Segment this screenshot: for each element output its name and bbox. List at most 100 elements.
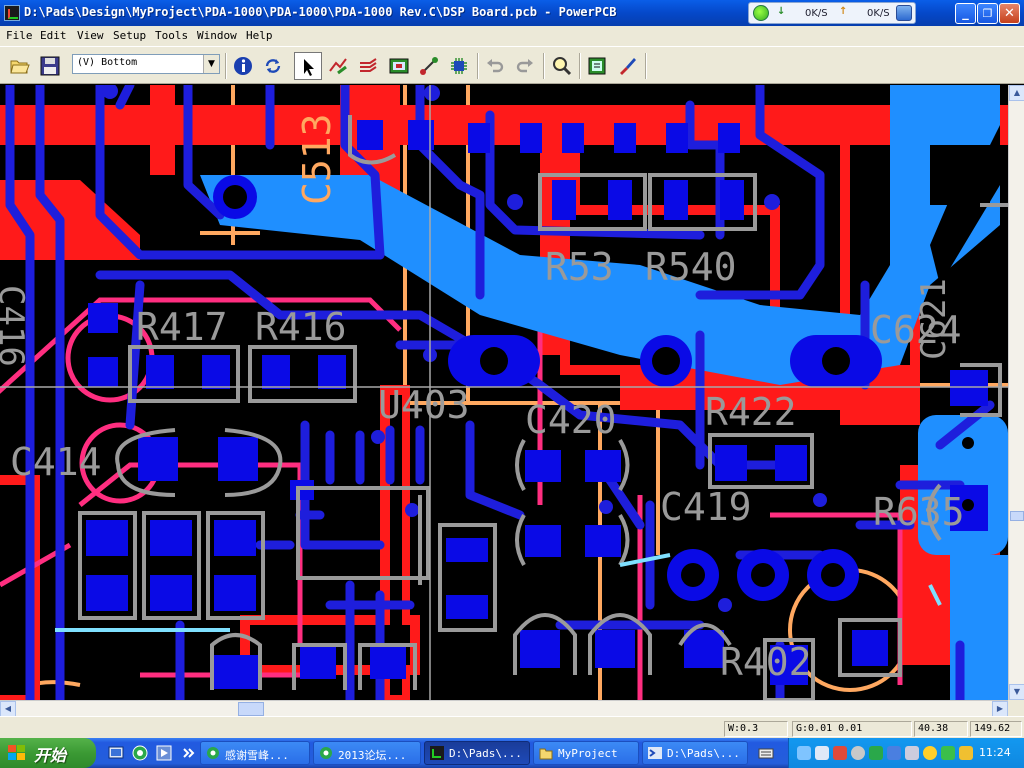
- close-button[interactable]: ✕: [999, 3, 1020, 24]
- toolbar-separator: [543, 53, 545, 79]
- refresh-button[interactable]: [259, 52, 287, 80]
- desktop-quicklaunch-icon[interactable]: [108, 745, 124, 761]
- browser-icon: [207, 747, 219, 759]
- input-tray-icon[interactable]: [905, 746, 919, 760]
- display-tray-icon[interactable]: [815, 746, 829, 760]
- connect-button[interactable]: [415, 52, 443, 80]
- powerpcb-app-icon[interactable]: [4, 5, 20, 21]
- menu-edit[interactable]: Edit: [40, 29, 67, 42]
- label-r402: R402: [720, 640, 812, 684]
- media-quicklaunch-icon[interactable]: [156, 745, 172, 761]
- zoom-button[interactable]: [547, 52, 575, 80]
- messenger-tray-icon[interactable]: [923, 746, 937, 760]
- toolbar-separator: [477, 53, 479, 79]
- silkscreen-labels-orange: C513: [295, 113, 339, 205]
- undo-icon: [487, 59, 504, 73]
- component-icon: [451, 58, 467, 74]
- phone-tray-icon[interactable]: [887, 746, 901, 760]
- vertical-scroll-thumb[interactable]: [1010, 511, 1024, 521]
- magnifier-icon: [553, 57, 572, 76]
- report-icon: [588, 57, 606, 75]
- system-tray: 11:24: [788, 738, 1024, 768]
- info-button[interactable]: [229, 52, 257, 80]
- task-button-4[interactable]: MyProject: [533, 741, 639, 765]
- scroll-up-icon[interactable]: ▲: [1009, 85, 1024, 101]
- route-icon: [329, 58, 347, 75]
- label-r417: R417: [136, 305, 228, 349]
- label-c416: C416: [0, 285, 31, 367]
- auto-route-button[interactable]: [355, 52, 383, 80]
- label-r53: R53: [545, 245, 614, 289]
- horizontal-scrollbar[interactable]: ◀ ▶: [0, 700, 1008, 717]
- task-label: 感谢雪峰...: [225, 749, 289, 762]
- label-c513: C513: [295, 113, 339, 205]
- keyboard-icon[interactable]: [758, 745, 774, 761]
- more-quicklaunch-icon[interactable]: [180, 745, 196, 761]
- pcb-layout[interactable]: R53 R540 R417 R416 C414 U403 C420 R422 C…: [0, 85, 1008, 700]
- task-button-3[interactable]: D:\Pads\...: [424, 741, 530, 765]
- folder-icon: [539, 748, 553, 760]
- windows-logo-icon: [8, 745, 25, 760]
- network-meter: ↓ 0K/S ↑ 0K/S: [748, 2, 916, 24]
- label-r416: R416: [255, 305, 347, 349]
- save-button[interactable]: [36, 52, 64, 80]
- clock-sync-tray-icon[interactable]: [851, 746, 865, 760]
- select-pointer-button[interactable]: [294, 52, 322, 80]
- taskbar: 开始 感谢雪峰... 2013论坛... D:\Pads\... MyProje…: [0, 738, 1024, 768]
- design-verify-button[interactable]: [445, 52, 473, 80]
- board-check-icon: [389, 58, 409, 74]
- label-u403: U403: [378, 383, 470, 427]
- scroll-left-icon[interactable]: ◀: [0, 701, 16, 717]
- security-tray-icon[interactable]: [833, 746, 847, 760]
- maximize-button[interactable]: ❐: [977, 3, 998, 24]
- label-c419: C419: [660, 485, 752, 529]
- brush-icon: [620, 58, 636, 75]
- folder-open-icon: [10, 60, 30, 74]
- browser-quicklaunch-icon[interactable]: [132, 745, 148, 761]
- horizontal-scroll-thumb[interactable]: [238, 702, 264, 716]
- label-c621: R635: [873, 490, 965, 534]
- status-x-coord: 40.38: [914, 721, 968, 737]
- powerpcb-window: D:\Pads\Design\MyProject\PDA-1000\PDA-10…: [0, 0, 1024, 768]
- menu-window[interactable]: Window: [197, 29, 237, 42]
- network-tray-icon[interactable]: [797, 746, 811, 760]
- menu-tools[interactable]: Tools: [155, 29, 188, 42]
- scroll-right-icon[interactable]: ▶: [992, 701, 1008, 717]
- toolbar-separator: [225, 53, 227, 79]
- task-button-5[interactable]: D:\Pads\...: [642, 741, 748, 765]
- undo-button[interactable]: [481, 52, 509, 80]
- scroll-down-icon[interactable]: ▼: [1009, 684, 1024, 700]
- shield-icon[interactable]: [959, 746, 973, 760]
- route-button[interactable]: [324, 52, 352, 80]
- browser-icon[interactable]: [896, 5, 912, 21]
- task-button-1[interactable]: 感谢雪峰...: [200, 741, 310, 765]
- redo-button[interactable]: [511, 52, 539, 80]
- update-tray-icon[interactable]: [869, 746, 883, 760]
- drc-button[interactable]: [385, 52, 413, 80]
- task-label: D:\Pads\...: [667, 747, 740, 760]
- toolbar: (V) Bottom ▼: [0, 46, 1024, 84]
- menu-file[interactable]: File: [6, 29, 33, 42]
- pcb-canvas[interactable]: R53 R540 R417 R416 C414 U403 C420 R422 C…: [0, 85, 1008, 700]
- antivirus-tray-icon[interactable]: [941, 746, 955, 760]
- cam-button[interactable]: [613, 52, 641, 80]
- layer-dropdown-value: (V) Bottom: [77, 57, 138, 68]
- menu-help[interactable]: Help: [246, 29, 273, 42]
- upload-arrow-icon: ↑: [839, 6, 848, 17]
- info-icon: [234, 57, 252, 75]
- menu-setup[interactable]: Setup: [113, 29, 146, 42]
- status-width: W:0.3: [724, 721, 788, 737]
- menu-view[interactable]: View: [77, 29, 104, 42]
- toolbar-separator: [645, 53, 647, 79]
- vertical-scrollbar[interactable]: ▲ ▼: [1008, 85, 1024, 700]
- report-button[interactable]: [583, 52, 611, 80]
- minimize-button[interactable]: _: [955, 3, 976, 24]
- label-r422: R422: [705, 390, 797, 434]
- label-r635: C621: [914, 278, 954, 360]
- open-file-button[interactable]: [6, 52, 34, 80]
- start-button[interactable]: 开始: [0, 738, 96, 768]
- chevron-down-icon[interactable]: ▼: [203, 55, 219, 73]
- layer-dropdown[interactable]: (V) Bottom ▼: [72, 54, 220, 74]
- label-c420: C420: [525, 398, 617, 442]
- task-button-2[interactable]: 2013论坛...: [313, 741, 421, 765]
